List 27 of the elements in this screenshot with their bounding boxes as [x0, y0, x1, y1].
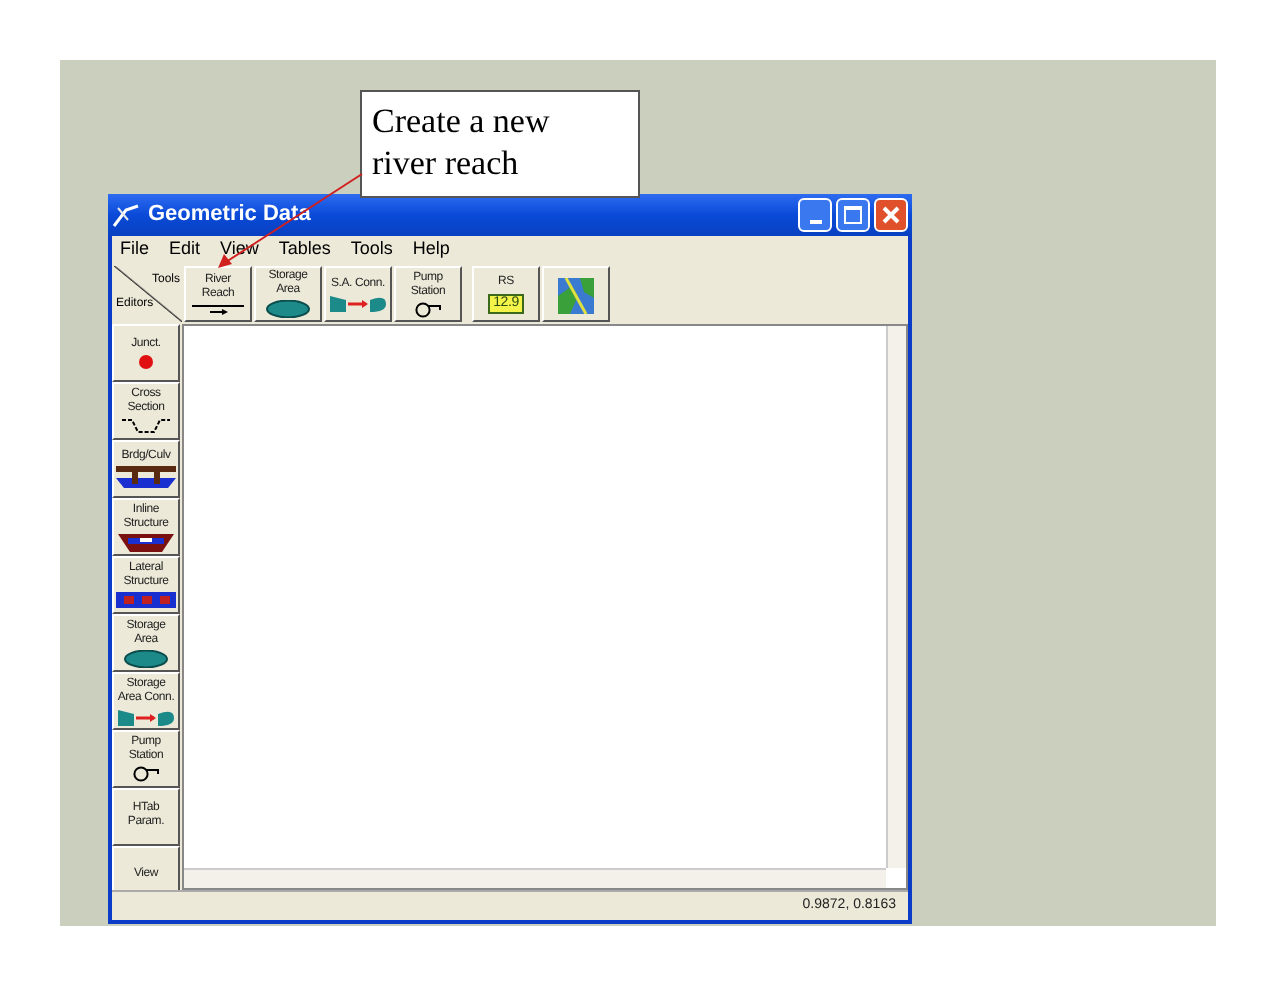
bridge-icon — [116, 466, 176, 488]
map-icon — [558, 277, 594, 313]
menu-item[interactable]: Tools — [350, 236, 393, 264]
inline-structure-icon — [118, 533, 174, 551]
app-icon — [112, 203, 140, 227]
connection-icon — [118, 707, 174, 725]
callout-box: Create a new river reach — [360, 90, 640, 198]
pump-icon — [132, 766, 160, 782]
cross-section-icon — [120, 418, 172, 434]
junction-dot-icon — [138, 353, 154, 369]
storage-area-icon — [266, 300, 310, 318]
close-icon — [882, 206, 900, 224]
vertical-scrollbar[interactable] — [886, 326, 906, 868]
horizontal-scrollbar[interactable] — [184, 868, 886, 888]
menu-item[interactable]: Help — [412, 236, 450, 264]
pump-icon — [414, 301, 442, 317]
minimize-button[interactable] — [798, 198, 832, 232]
maximize-button[interactable] — [836, 198, 870, 232]
connection-icon — [330, 293, 386, 311]
lateral-structure-icon — [116, 592, 176, 608]
line-arrow-icon — [192, 303, 244, 315]
menu-item[interactable]: Tables — [278, 236, 331, 264]
tool-button[interactable] — [542, 266, 610, 322]
menu-item[interactable]: Edit — [169, 236, 201, 264]
menu-item[interactable]: File — [120, 236, 150, 264]
close-button[interactable] — [874, 198, 908, 232]
storage-area-icon — [124, 649, 168, 667]
